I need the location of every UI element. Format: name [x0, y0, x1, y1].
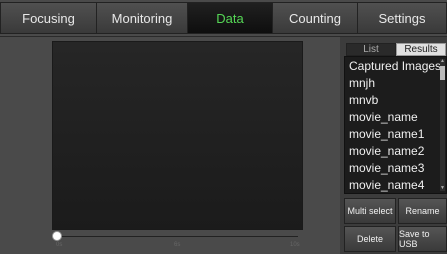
file-list: Captured Images mnjh mnvb movie_name mov…: [344, 56, 447, 194]
list-scrollbar[interactable]: ▲ ▼: [440, 59, 445, 191]
scrollbar-thumb[interactable]: [440, 66, 445, 80]
tab-focusing[interactable]: Focusing: [0, 2, 97, 34]
list-item[interactable]: Captured Images: [349, 59, 441, 73]
timeline-mid-label: 6s: [174, 242, 181, 248]
results-view-tab[interactable]: Results: [396, 43, 446, 56]
scroll-down-arrow-icon[interactable]: ▼: [440, 186, 445, 191]
tab-monitoring[interactable]: Monitoring: [96, 2, 188, 34]
delete-button[interactable]: Delete: [344, 226, 396, 252]
tab-settings[interactable]: Settings: [357, 2, 447, 34]
list-item[interactable]: mnjh: [349, 76, 375, 90]
list-view-tab[interactable]: List: [346, 43, 396, 56]
list-item[interactable]: movie_name: [349, 110, 418, 124]
scroll-up-arrow-icon[interactable]: ▲: [440, 59, 445, 64]
list-item[interactable]: movie_name4: [349, 178, 424, 192]
list-item[interactable]: movie_name2: [349, 144, 424, 158]
tab-counting[interactable]: Counting: [272, 2, 358, 34]
timeline-start-label: 0s: [56, 242, 63, 248]
save-to-usb-button[interactable]: Save to USB: [398, 226, 447, 252]
timeline-slider-handle[interactable]: [52, 231, 62, 241]
timeline-end-label: 10s: [290, 242, 300, 248]
timeline-track[interactable]: [58, 236, 298, 237]
list-item[interactable]: movie_name3: [349, 161, 424, 175]
rename-button[interactable]: Rename: [398, 198, 447, 224]
list-item[interactable]: mnvb: [349, 93, 378, 107]
tab-bar: Focusing Monitoring Data Counting Settin…: [0, 0, 447, 37]
multi-select-button[interactable]: Multi select: [344, 198, 396, 224]
tab-data[interactable]: Data: [187, 2, 273, 34]
list-item[interactable]: movie_name1: [349, 127, 424, 141]
image-preview: [52, 41, 303, 230]
